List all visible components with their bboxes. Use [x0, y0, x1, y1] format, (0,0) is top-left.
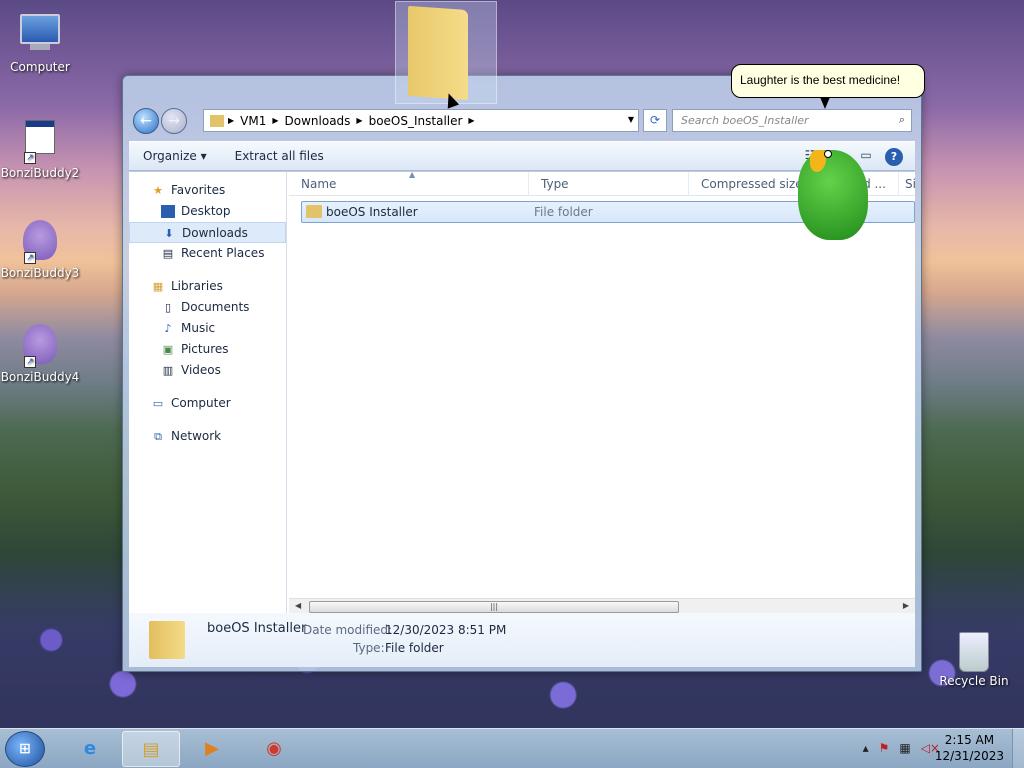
eye	[824, 150, 832, 158]
nav-favorites[interactable]: ★ Favorites	[129, 180, 286, 201]
back-arrow-icon: ←	[140, 113, 152, 129]
nav-documents[interactable]: ▯ Documents	[129, 297, 286, 318]
nav-videos[interactable]: ▥ Videos	[129, 360, 286, 381]
speech-bubble: Laughter is the best medicine!	[731, 64, 925, 98]
chrome-button[interactable]: ◉	[245, 731, 303, 767]
desktop-icon-bonzibuddy3[interactable]: ↗ BonziBuddy3	[0, 220, 80, 280]
search-input[interactable]: Search boeOS_Installer ⌕	[672, 109, 912, 132]
file-type: File folder	[534, 205, 593, 219]
media-player-button[interactable]: ▶	[183, 731, 241, 767]
details-pane: boeOS Installer Date modified: 12/30/202…	[129, 613, 915, 667]
forward-button[interactable]: →	[161, 108, 187, 134]
navigation-pane: ★ Favorites Desktop ⬇ Downloads ▤ Recent Pl…	[129, 172, 287, 615]
breadcrumb-separator-icon[interactable]: ▶	[468, 116, 474, 125]
help-icon[interactable]: ?	[885, 148, 903, 166]
windows-explorer-button[interactable]: ▤	[122, 731, 180, 767]
sort-up-icon: ▲	[409, 170, 416, 179]
show-hidden-icons-icon[interactable]: ▴	[863, 741, 869, 755]
folder-icon	[149, 621, 185, 659]
clock[interactable]: 2:15 AM 12/31/2023	[935, 732, 1004, 764]
internet-explorer-button[interactable]: e	[61, 731, 119, 767]
bonzibuddy2-icon: ↗	[18, 120, 62, 164]
desktop-icon-bonzibuddy2[interactable]: ↗ BonziBuddy2	[0, 118, 80, 180]
computer-icon: ▭	[152, 397, 164, 410]
type-value: File folder	[385, 641, 444, 655]
pictures-icon: ▣	[162, 343, 174, 356]
column-size[interactable]: Si	[893, 172, 916, 196]
breadcrumb-boeos-installer[interactable]: boeOS_Installer	[363, 114, 469, 128]
back-button[interactable]: ←	[133, 108, 159, 134]
folder-icon	[408, 5, 468, 101]
address-dropdown-icon[interactable]: ▼	[628, 115, 634, 124]
scroll-left-icon[interactable]: ◀	[295, 601, 301, 610]
nav-pictures[interactable]: ▣ Pictures	[129, 339, 286, 360]
windows-logo-icon: ⊞	[19, 741, 31, 757]
nav-music[interactable]: ♪ Music	[129, 318, 286, 339]
computer-icon	[18, 14, 62, 58]
address-row: ← → ▶ VM1 ▶ Downloads ▶ boeOS_Installer …	[131, 107, 913, 134]
bonzibuddy3-icon: ↗	[18, 220, 62, 264]
forward-arrow-icon: →	[168, 113, 180, 129]
music-icon: ♪	[164, 322, 172, 335]
bonzibuddy4-icon: ↗	[18, 324, 62, 368]
desktop-icon-computer[interactable]: Computer	[0, 10, 80, 74]
refresh-button[interactable]: ⟳	[643, 109, 667, 132]
libraries-icon: ▦	[152, 280, 164, 293]
scroll-right-icon[interactable]: ▶	[903, 601, 909, 610]
recent-places-icon: ▤	[162, 247, 174, 260]
date-modified-label: Date modified:	[303, 623, 393, 637]
breadcrumb-downloads[interactable]: Downloads	[279, 114, 357, 128]
downloads-icon: ⬇	[164, 227, 174, 240]
details-name: boeOS Installer	[207, 621, 307, 636]
clock-date: 12/31/2023	[934, 749, 1004, 763]
nav-network[interactable]: ⧉ Network	[129, 426, 286, 447]
type-label: Type:	[353, 641, 385, 655]
nav-computer[interactable]: ▭ Computer	[129, 393, 286, 414]
recycle-bin-icon	[959, 632, 989, 672]
desktop-icon	[161, 205, 175, 218]
folder-icon	[210, 114, 224, 127]
nav-libraries[interactable]: ▦ Libraries	[129, 276, 286, 297]
folder-icon	[306, 205, 322, 218]
desktop-icon-bonzibuddy4[interactable]: ↗ BonziBuddy4	[0, 324, 80, 384]
nav-downloads[interactable]: ⬇ Downloads	[129, 222, 286, 243]
organize-button[interactable]: Organize ▾	[129, 149, 221, 163]
network-status-icon[interactable]: ▦	[899, 741, 910, 755]
breadcrumb-vm1[interactable]: VM1	[234, 114, 272, 128]
clock-time: 2:15 AM	[944, 733, 995, 747]
scrollbar-thumb[interactable]: |||	[309, 601, 679, 613]
show-desktop-button[interactable]	[1012, 729, 1024, 768]
videos-icon: ▥	[162, 364, 174, 377]
star-icon: ★	[153, 184, 163, 197]
column-type[interactable]: Type	[529, 172, 689, 196]
address-bar[interactable]: ▶ VM1 ▶ Downloads ▶ boeOS_Installer ▶ ▼	[203, 109, 639, 132]
system-tray: ▴ ⚑ ▦ ◁×	[863, 741, 940, 755]
parrot-assistant[interactable]	[788, 140, 878, 242]
dragged-folder[interactable]	[395, 1, 497, 104]
search-icon: ⌕	[898, 113, 905, 126]
documents-icon: ▯	[164, 301, 172, 314]
start-button[interactable]: ⊞	[5, 731, 45, 767]
speech-bubble-tail	[820, 97, 830, 109]
date-modified-value: 12/30/2023 8:51 PM	[385, 623, 507, 637]
file-name: boeOS Installer	[326, 205, 418, 219]
taskbar: ⊞ e ▤ ▶ ◉ ▴ ⚑ ▦ ◁× 2:15 AM 12/31/2023	[0, 728, 1024, 768]
extract-all-button[interactable]: Extract all files	[221, 149, 338, 163]
network-icon: ⧉	[154, 430, 162, 443]
desktop-icon-recycle-bin[interactable]: Recycle Bin	[934, 632, 1014, 688]
nav-recent-places[interactable]: ▤ Recent Places	[129, 243, 286, 264]
action-center-icon[interactable]: ⚑	[879, 741, 890, 755]
nav-desktop[interactable]: Desktop	[129, 201, 286, 222]
